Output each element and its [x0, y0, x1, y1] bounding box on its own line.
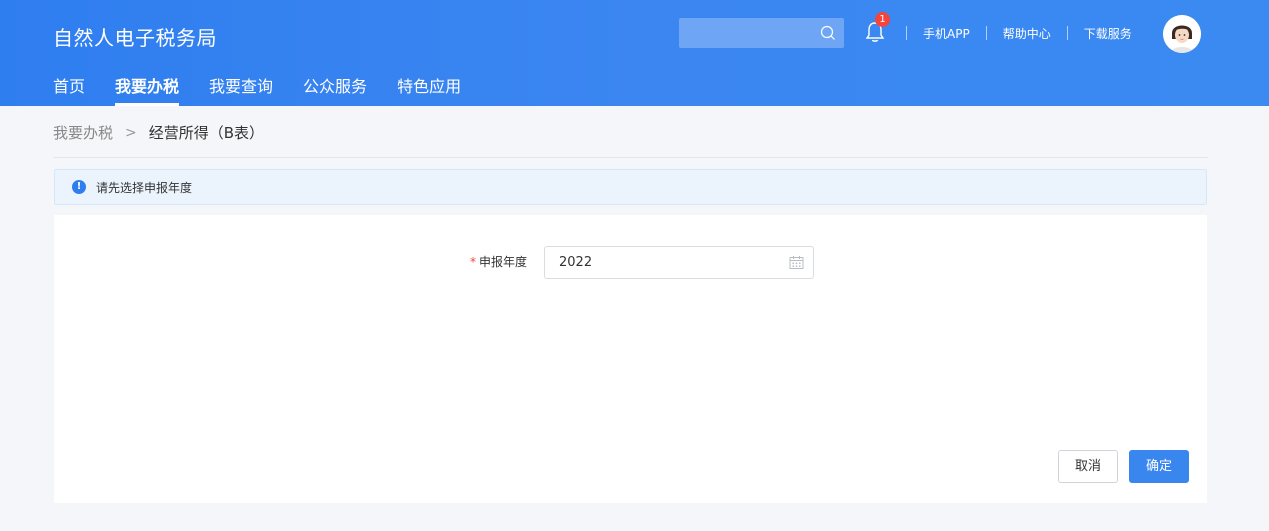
nav-query[interactable]: 我要查询 — [209, 76, 273, 106]
info-icon: ! — [72, 180, 86, 194]
notification-button[interactable]: 1 — [864, 12, 894, 46]
top-header: 自然人电子税务局 1 手机APP 帮助中心 下载服务 首页 我要办税 我要查询 … — [0, 0, 1269, 106]
year-value: 2022 — [559, 255, 593, 270]
divider — [53, 157, 1208, 158]
search-icon[interactable] — [820, 25, 836, 41]
breadcrumb-current: 经营所得（B表） — [148, 124, 265, 142]
year-label-text: 申报年度 — [478, 255, 527, 269]
main-nav: 首页 我要办税 我要查询 公众服务 特色应用 — [53, 76, 491, 106]
nav-home[interactable]: 首页 — [53, 76, 85, 106]
calendar-icon[interactable] — [789, 255, 804, 270]
required-mark: * — [469, 255, 476, 269]
alert-text: 请先选择申报年度 — [96, 180, 193, 195]
divider — [906, 26, 907, 40]
avatar[interactable] — [1163, 15, 1201, 53]
divider — [1066, 26, 1068, 40]
top-links: 手机APP 帮助中心 下载服务 — [906, 24, 1132, 42]
info-alert: ! 请先选择申报年度 — [54, 169, 1207, 205]
avatar-icon — [1163, 15, 1201, 53]
help-center-link[interactable]: 帮助中心 — [1003, 25, 1051, 42]
mobile-app-link[interactable]: 手机APP — [923, 25, 970, 42]
notification-badge: 1 — [875, 12, 890, 27]
year-label: * 申报年度 — [464, 253, 527, 270]
form-card: * 申报年度 2022 取消 确定 — [54, 215, 1207, 503]
cancel-button[interactable]: 取消 — [1058, 450, 1118, 483]
confirm-button[interactable]: 确定 — [1129, 450, 1189, 483]
nav-public-service[interactable]: 公众服务 — [303, 76, 367, 106]
search-input[interactable] — [679, 18, 844, 48]
breadcrumb: 我要办税 > 经营所得（B表） — [53, 122, 264, 143]
nav-featured-apps[interactable]: 特色应用 — [397, 76, 461, 106]
app-title: 自然人电子税务局 — [53, 26, 217, 50]
nav-tax-handling[interactable]: 我要办税 — [115, 76, 180, 106]
breadcrumb-separator: > — [125, 124, 137, 141]
breadcrumb-root[interactable]: 我要办税 — [53, 122, 113, 143]
divider — [985, 26, 987, 40]
download-service-link[interactable]: 下载服务 — [1084, 25, 1132, 42]
year-picker[interactable]: 2022 — [544, 246, 814, 279]
